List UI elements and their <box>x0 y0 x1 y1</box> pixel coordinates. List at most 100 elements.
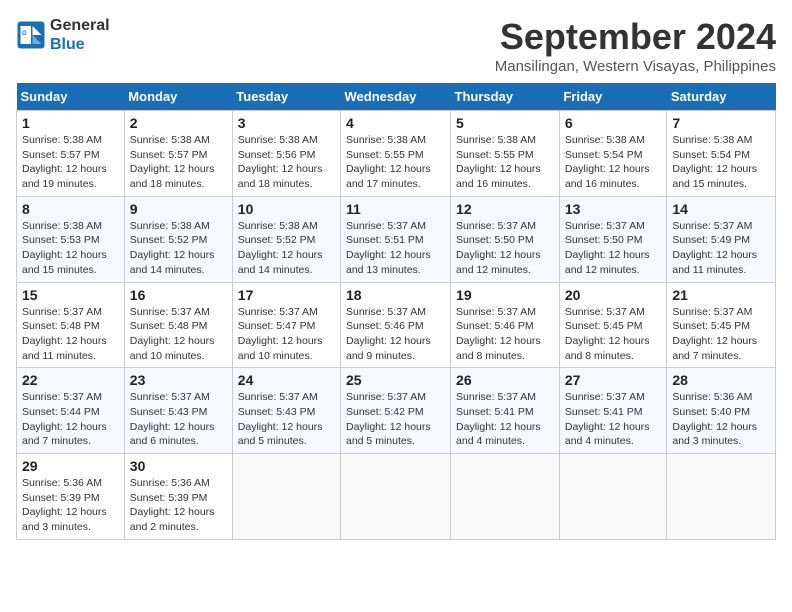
weekday-header-monday: Monday <box>124 83 232 111</box>
logo-text: General Blue <box>50 16 110 54</box>
day-detail: Sunrise: 5:38 AMSunset: 5:57 PMDaylight:… <box>130 134 215 190</box>
logo: G General Blue <box>16 16 110 54</box>
day-detail: Sunrise: 5:38 AMSunset: 5:53 PMDaylight:… <box>22 220 107 276</box>
day-number: 11 <box>346 201 445 217</box>
day-number: 12 <box>456 201 554 217</box>
day-number: 6 <box>565 115 662 131</box>
calendar-day-1: 1 Sunrise: 5:38 AMSunset: 5:57 PMDayligh… <box>17 111 125 197</box>
calendar-day-3: 3 Sunrise: 5:38 AMSunset: 5:56 PMDayligh… <box>232 111 340 197</box>
calendar-day-15: 15 Sunrise: 5:37 AMSunset: 5:48 PMDaylig… <box>17 282 125 368</box>
calendar-day-24: 24 Sunrise: 5:37 AMSunset: 5:43 PMDaylig… <box>232 368 340 454</box>
day-number: 9 <box>130 201 227 217</box>
day-detail: Sunrise: 5:38 AMSunset: 5:54 PMDaylight:… <box>565 134 650 190</box>
calendar-day-14: 14 Sunrise: 5:37 AMSunset: 5:49 PMDaylig… <box>667 196 776 282</box>
calendar-day-12: 12 Sunrise: 5:37 AMSunset: 5:50 PMDaylig… <box>451 196 560 282</box>
day-detail: Sunrise: 5:37 AMSunset: 5:43 PMDaylight:… <box>130 391 215 447</box>
day-number: 3 <box>238 115 335 131</box>
day-number: 15 <box>22 287 119 303</box>
day-number: 19 <box>456 287 554 303</box>
weekday-header-friday: Friday <box>559 83 667 111</box>
day-number: 21 <box>672 287 770 303</box>
calendar-week-3: 15 Sunrise: 5:37 AMSunset: 5:48 PMDaylig… <box>17 282 776 368</box>
day-number: 2 <box>130 115 227 131</box>
calendar-week-5: 29 Sunrise: 5:36 AMSunset: 5:39 PMDaylig… <box>17 454 776 540</box>
day-detail: Sunrise: 5:37 AMSunset: 5:51 PMDaylight:… <box>346 220 431 276</box>
weekday-header-saturday: Saturday <box>667 83 776 111</box>
day-number: 17 <box>238 287 335 303</box>
day-number: 4 <box>346 115 445 131</box>
day-number: 16 <box>130 287 227 303</box>
day-detail: Sunrise: 5:37 AMSunset: 5:47 PMDaylight:… <box>238 306 323 362</box>
day-number: 13 <box>565 201 662 217</box>
calendar-day-27: 27 Sunrise: 5:37 AMSunset: 5:41 PMDaylig… <box>559 368 667 454</box>
calendar-day-18: 18 Sunrise: 5:37 AMSunset: 5:46 PMDaylig… <box>341 282 451 368</box>
weekday-header-tuesday: Tuesday <box>232 83 340 111</box>
day-detail: Sunrise: 5:37 AMSunset: 5:43 PMDaylight:… <box>238 391 323 447</box>
day-detail: Sunrise: 5:37 AMSunset: 5:50 PMDaylight:… <box>565 220 650 276</box>
calendar-day-8: 8 Sunrise: 5:38 AMSunset: 5:53 PMDayligh… <box>17 196 125 282</box>
calendar-day-4: 4 Sunrise: 5:38 AMSunset: 5:55 PMDayligh… <box>341 111 451 197</box>
day-number: 27 <box>565 372 662 388</box>
month-title: September 2024 <box>495 16 776 58</box>
calendar-day-11: 11 Sunrise: 5:37 AMSunset: 5:51 PMDaylig… <box>341 196 451 282</box>
day-number: 5 <box>456 115 554 131</box>
empty-cell <box>451 454 560 540</box>
day-detail: Sunrise: 5:36 AMSunset: 5:39 PMDaylight:… <box>22 477 107 533</box>
day-detail: Sunrise: 5:37 AMSunset: 5:46 PMDaylight:… <box>456 306 541 362</box>
calendar-day-21: 21 Sunrise: 5:37 AMSunset: 5:45 PMDaylig… <box>667 282 776 368</box>
header: G General Blue September 2024 Mansilinga… <box>16 16 776 75</box>
calendar-day-17: 17 Sunrise: 5:37 AMSunset: 5:47 PMDaylig… <box>232 282 340 368</box>
weekday-header-thursday: Thursday <box>451 83 560 111</box>
day-detail: Sunrise: 5:38 AMSunset: 5:52 PMDaylight:… <box>238 220 323 276</box>
day-number: 30 <box>130 458 227 474</box>
calendar-table: SundayMondayTuesdayWednesdayThursdayFrid… <box>16 83 776 540</box>
day-number: 7 <box>672 115 770 131</box>
day-detail: Sunrise: 5:37 AMSunset: 5:44 PMDaylight:… <box>22 391 107 447</box>
day-number: 10 <box>238 201 335 217</box>
calendar-day-30: 30 Sunrise: 5:36 AMSunset: 5:39 PMDaylig… <box>124 454 232 540</box>
day-number: 24 <box>238 372 335 388</box>
calendar-day-5: 5 Sunrise: 5:38 AMSunset: 5:55 PMDayligh… <box>451 111 560 197</box>
day-number: 23 <box>130 372 227 388</box>
day-number: 26 <box>456 372 554 388</box>
logo-icon: G <box>16 20 46 50</box>
empty-cell <box>667 454 776 540</box>
day-detail: Sunrise: 5:37 AMSunset: 5:49 PMDaylight:… <box>672 220 757 276</box>
day-number: 18 <box>346 287 445 303</box>
day-number: 29 <box>22 458 119 474</box>
calendar-day-7: 7 Sunrise: 5:38 AMSunset: 5:54 PMDayligh… <box>667 111 776 197</box>
day-detail: Sunrise: 5:36 AMSunset: 5:40 PMDaylight:… <box>672 391 757 447</box>
day-detail: Sunrise: 5:38 AMSunset: 5:52 PMDaylight:… <box>130 220 215 276</box>
weekday-header-row: SundayMondayTuesdayWednesdayThursdayFrid… <box>17 83 776 111</box>
day-number: 8 <box>22 201 119 217</box>
day-detail: Sunrise: 5:37 AMSunset: 5:45 PMDaylight:… <box>565 306 650 362</box>
day-detail: Sunrise: 5:38 AMSunset: 5:55 PMDaylight:… <box>456 134 541 190</box>
empty-cell <box>232 454 340 540</box>
calendar-day-19: 19 Sunrise: 5:37 AMSunset: 5:46 PMDaylig… <box>451 282 560 368</box>
day-detail: Sunrise: 5:37 AMSunset: 5:50 PMDaylight:… <box>456 220 541 276</box>
calendar-day-9: 9 Sunrise: 5:38 AMSunset: 5:52 PMDayligh… <box>124 196 232 282</box>
location-title: Mansilingan, Western Visayas, Philippine… <box>495 58 776 75</box>
calendar-day-2: 2 Sunrise: 5:38 AMSunset: 5:57 PMDayligh… <box>124 111 232 197</box>
day-detail: Sunrise: 5:36 AMSunset: 5:39 PMDaylight:… <box>130 477 215 533</box>
day-detail: Sunrise: 5:38 AMSunset: 5:57 PMDaylight:… <box>22 134 107 190</box>
day-number: 14 <box>672 201 770 217</box>
day-detail: Sunrise: 5:38 AMSunset: 5:54 PMDaylight:… <box>672 134 757 190</box>
weekday-header-wednesday: Wednesday <box>341 83 451 111</box>
weekday-header-sunday: Sunday <box>17 83 125 111</box>
day-detail: Sunrise: 5:37 AMSunset: 5:46 PMDaylight:… <box>346 306 431 362</box>
day-detail: Sunrise: 5:37 AMSunset: 5:48 PMDaylight:… <box>130 306 215 362</box>
day-detail: Sunrise: 5:37 AMSunset: 5:42 PMDaylight:… <box>346 391 431 447</box>
calendar-day-29: 29 Sunrise: 5:36 AMSunset: 5:39 PMDaylig… <box>17 454 125 540</box>
calendar-day-23: 23 Sunrise: 5:37 AMSunset: 5:43 PMDaylig… <box>124 368 232 454</box>
day-detail: Sunrise: 5:37 AMSunset: 5:41 PMDaylight:… <box>456 391 541 447</box>
day-detail: Sunrise: 5:37 AMSunset: 5:48 PMDaylight:… <box>22 306 107 362</box>
calendar-week-4: 22 Sunrise: 5:37 AMSunset: 5:44 PMDaylig… <box>17 368 776 454</box>
day-number: 20 <box>565 287 662 303</box>
calendar-week-1: 1 Sunrise: 5:38 AMSunset: 5:57 PMDayligh… <box>17 111 776 197</box>
day-number: 25 <box>346 372 445 388</box>
calendar-day-13: 13 Sunrise: 5:37 AMSunset: 5:50 PMDaylig… <box>559 196 667 282</box>
day-number: 28 <box>672 372 770 388</box>
calendar-day-22: 22 Sunrise: 5:37 AMSunset: 5:44 PMDaylig… <box>17 368 125 454</box>
empty-cell <box>341 454 451 540</box>
